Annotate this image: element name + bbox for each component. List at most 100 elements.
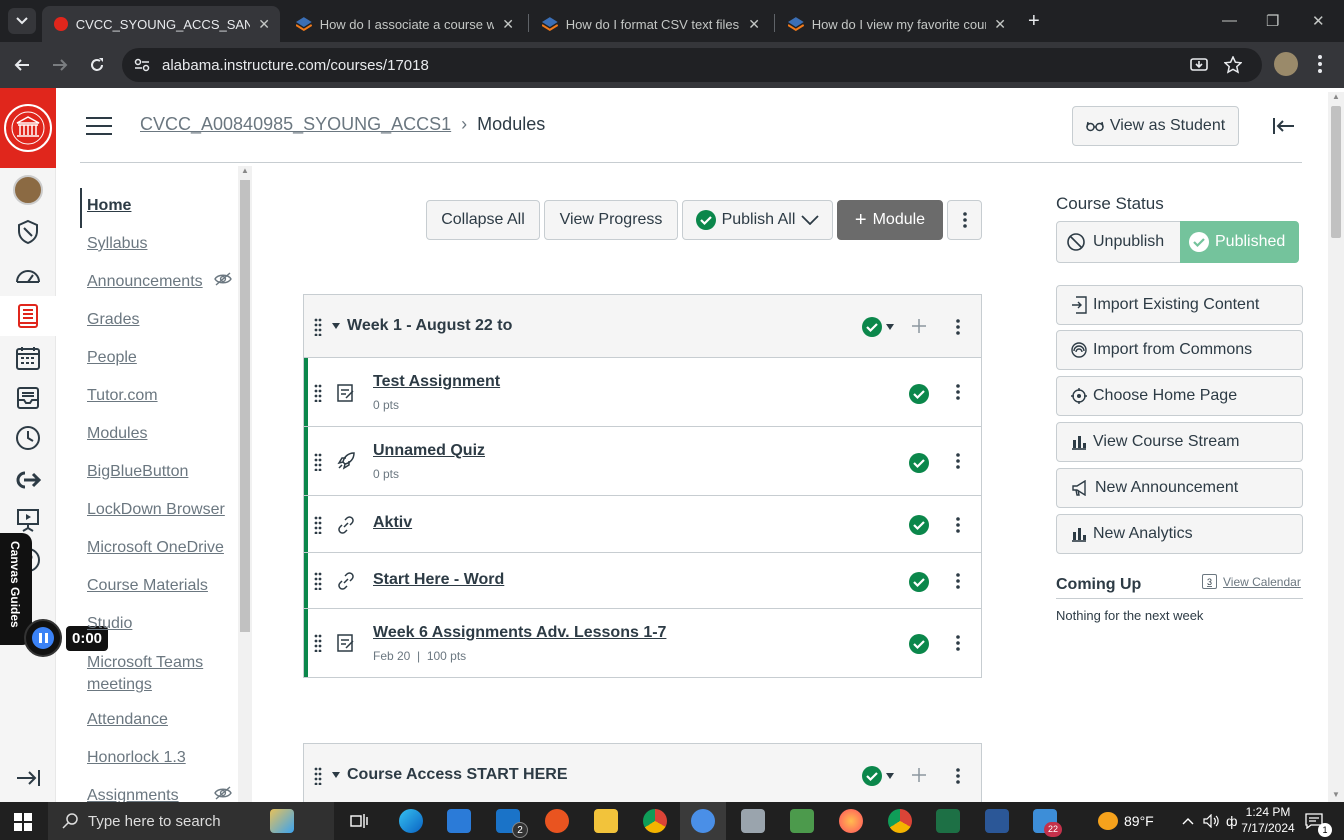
- view-calendar-link[interactable]: 3 View Calendar: [1202, 574, 1301, 589]
- reload-icon[interactable]: [89, 57, 105, 73]
- course-nav-announcements[interactable]: Announcements: [87, 273, 203, 291]
- global-nav-history[interactable]: [0, 418, 56, 458]
- page-scrollbar[interactable]: ▲ ▼: [1328, 92, 1344, 802]
- drag-handle-icon[interactable]: [314, 767, 322, 785]
- hamburger-menu-icon[interactable]: [86, 116, 112, 136]
- item-title-link[interactable]: Aktiv: [373, 514, 412, 532]
- course-nav-onedrive[interactable]: Microsoft OneDrive: [87, 539, 224, 557]
- kebab-menu-icon[interactable]: [956, 768, 960, 784]
- item-title-link[interactable]: Start Here - Word: [373, 571, 504, 589]
- profile-avatar[interactable]: [1274, 52, 1298, 76]
- course-nav-modules[interactable]: Modules: [87, 425, 147, 443]
- item-title-link[interactable]: Test Assignment: [373, 373, 500, 391]
- kebab-menu-icon[interactable]: [956, 635, 960, 651]
- new-announcement-button[interactable]: New Announcement: [1056, 468, 1303, 508]
- close-icon[interactable]: ✕: [502, 16, 514, 33]
- view-progress-button[interactable]: View Progress: [544, 200, 678, 240]
- store-icon[interactable]: [447, 809, 471, 833]
- global-nav-calendar[interactable]: [0, 338, 56, 378]
- course-nav-teams-meetings[interactable]: Microsoft Teams meetings: [87, 652, 217, 696]
- browser-menu-icon[interactable]: [1318, 55, 1322, 73]
- view-course-stream-button[interactable]: View Course Stream: [1056, 422, 1303, 462]
- close-icon[interactable]: ✕: [258, 16, 270, 33]
- install-app-icon[interactable]: [1190, 56, 1208, 74]
- global-nav-dashboard[interactable]: [0, 254, 56, 294]
- drag-handle-icon[interactable]: [314, 384, 322, 402]
- restore-icon[interactable]: ❐: [1266, 12, 1279, 30]
- task-view-icon[interactable]: [350, 813, 368, 829]
- browser-tab[interactable]: How do I format CSV text files f ✕: [530, 6, 770, 42]
- course-nav-honorlock[interactable]: Honorlock 1.3: [87, 749, 186, 767]
- chrome-icon[interactable]: [643, 809, 667, 833]
- site-settings-icon[interactable]: [134, 58, 150, 72]
- collapse-sidebar-icon[interactable]: [1272, 117, 1296, 135]
- course-nav-scrollbar[interactable]: ▲: [238, 166, 252, 802]
- course-nav-home[interactable]: Home: [87, 197, 131, 215]
- kebab-menu-icon[interactable]: [956, 384, 960, 400]
- course-nav-studio[interactable]: Studio: [87, 615, 132, 633]
- kebab-menu-icon[interactable]: [956, 453, 960, 469]
- module-header[interactable]: Course Access START HERE: [303, 743, 982, 802]
- add-item-plus-icon[interactable]: [912, 319, 926, 333]
- kebab-menu-icon[interactable]: [956, 573, 960, 589]
- drag-handle-icon[interactable]: [314, 453, 322, 471]
- chrome-icon[interactable]: [888, 809, 912, 833]
- published-button[interactable]: Published: [1180, 221, 1299, 263]
- word-icon[interactable]: [985, 809, 1009, 833]
- drag-handle-icon[interactable]: [314, 516, 322, 534]
- item-published-icon[interactable]: [909, 572, 929, 592]
- course-nav-grades[interactable]: Grades: [87, 311, 139, 329]
- item-title-link[interactable]: Unnamed Quiz: [373, 442, 485, 460]
- browser-tab[interactable]: How do I associate a course with ✕: [284, 6, 524, 42]
- course-nav-lockdown-browser[interactable]: LockDown Browser: [87, 501, 225, 519]
- kebab-menu-icon[interactable]: [956, 517, 960, 533]
- module-item[interactable]: Unnamed Quiz 0 pts: [303, 427, 982, 496]
- caret-down-icon[interactable]: [332, 323, 340, 329]
- global-nav-admin[interactable]: [0, 212, 56, 252]
- taskbar-active-app[interactable]: [680, 802, 726, 840]
- choose-home-page-button[interactable]: Choose Home Page: [1056, 376, 1303, 416]
- modules-options-button[interactable]: [947, 200, 982, 240]
- item-published-icon[interactable]: [909, 634, 929, 654]
- module-published-icon[interactable]: [862, 317, 882, 337]
- scrollbar-thumb[interactable]: [1331, 106, 1341, 238]
- course-nav-bigbluebutton[interactable]: BigBlueButton: [87, 463, 188, 481]
- app-icon[interactable]: [790, 809, 814, 833]
- course-nav-people[interactable]: People: [87, 349, 137, 367]
- collapse-all-button[interactable]: Collapse All: [426, 200, 540, 240]
- global-nav-external-tool[interactable]: [0, 460, 56, 500]
- module-item[interactable]: Test Assignment 0 pts: [303, 358, 982, 427]
- breadcrumb-course-link[interactable]: CVCC_A00840985_SYOUNG_ACCS1: [140, 114, 451, 135]
- pinned-app-icon[interactable]: [270, 809, 294, 833]
- browser-tab-active[interactable]: CVCC_SYOUNG_ACCS_SANDBOX ✕: [42, 6, 280, 42]
- module-item[interactable]: Start Here - Word: [303, 553, 982, 609]
- item-published-icon[interactable]: [909, 384, 929, 404]
- url-bar[interactable]: alabama.instructure.com/courses/17018: [122, 48, 1262, 82]
- chevron-up-icon[interactable]: [1182, 817, 1194, 825]
- module-item[interactable]: Aktiv: [303, 496, 982, 553]
- excel-icon[interactable]: [936, 809, 960, 833]
- new-analytics-button[interactable]: New Analytics: [1056, 514, 1303, 554]
- app-icon[interactable]: [545, 809, 569, 833]
- view-as-student-button[interactable]: View as Student: [1072, 106, 1239, 146]
- pause-button[interactable]: [24, 619, 62, 657]
- windows-start-icon[interactable]: [14, 813, 32, 831]
- browser-tab[interactable]: How do I view my favorite cour ✕: [776, 6, 1016, 42]
- caret-down-icon[interactable]: [332, 772, 340, 778]
- bookmark-star-icon[interactable]: [1224, 56, 1242, 74]
- caret-down-icon[interactable]: [886, 324, 894, 330]
- firefox-icon[interactable]: [839, 809, 863, 833]
- module-item[interactable]: Week 6 Assignments Adv. Lessons 1-7 Feb …: [303, 609, 982, 678]
- course-nav-tutor[interactable]: Tutor.com: [87, 387, 158, 405]
- speaker-icon[interactable]: [1203, 814, 1219, 828]
- course-nav-course-materials[interactable]: Course Materials: [87, 577, 208, 595]
- import-existing-content-button[interactable]: Import Existing Content: [1056, 285, 1303, 325]
- scrollbar-thumb[interactable]: [240, 180, 250, 632]
- item-title-link[interactable]: Week 6 Assignments Adv. Lessons 1-7: [373, 624, 666, 642]
- edge-icon[interactable]: [399, 809, 423, 833]
- course-nav-attendance[interactable]: Attendance: [87, 711, 168, 729]
- drag-handle-icon[interactable]: [314, 572, 322, 590]
- window-close-icon[interactable]: ✕: [1312, 12, 1325, 30]
- drag-handle-icon[interactable]: [314, 634, 322, 652]
- close-icon[interactable]: ✕: [994, 16, 1006, 33]
